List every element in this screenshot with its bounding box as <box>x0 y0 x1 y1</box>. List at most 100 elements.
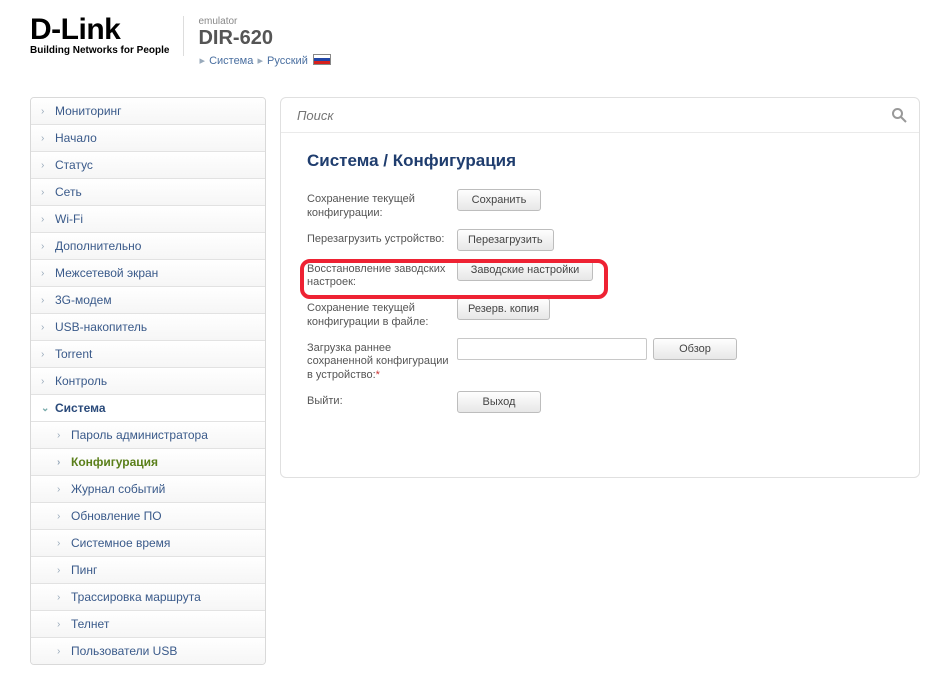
logo-tag: Building Networks for People <box>30 45 169 56</box>
sidebar-item-label: Трассировка маршрута <box>71 590 201 604</box>
sidebar-item-label: 3G-модем <box>55 293 112 307</box>
sidebar-item-monitoring[interactable]: ›Мониторинг <box>31 98 265 124</box>
logout-button[interactable]: Выход <box>457 391 541 413</box>
search-icon[interactable] <box>891 107 907 123</box>
sidebar-item-label: Межсетевой экран <box>55 266 158 280</box>
chevron-down-icon: ⌄ <box>41 403 55 414</box>
chevron-right-icon: › <box>57 430 71 441</box>
sidebar-item-torrent[interactable]: ›Torrent <box>31 341 265 367</box>
header: D-Link Building Networks for People emul… <box>30 16 920 67</box>
chevron-right-icon: › <box>57 646 71 657</box>
chevron-right-icon: › <box>41 349 55 360</box>
sidebar-item-label: Wi-Fi <box>55 212 83 226</box>
logo: D-Link Building Networks for People <box>30 16 184 56</box>
chevron-right-icon: › <box>57 565 71 576</box>
flag-russia-icon[interactable] <box>313 54 331 65</box>
sidebar-item-status[interactable]: ›Статус <box>31 152 265 178</box>
chevron-right-icon: › <box>41 241 55 252</box>
sidebar-item-advanced[interactable]: ›Дополнительно <box>31 233 265 259</box>
sidebar-menu: ›Мониторинг ›Начало ›Статус ›Сеть ›Wi-Fi… <box>30 97 266 665</box>
label-reboot: Перезагрузить устройство: <box>307 229 457 247</box>
sidebar-sub-telnet[interactable]: ›Телнет <box>31 611 265 637</box>
content-panel: Система / Конфигурация Сохранение текуще… <box>280 97 920 478</box>
row-logout: Выйти: Выход <box>307 387 893 417</box>
crumb-language[interactable]: Русский <box>267 55 308 67</box>
backup-button[interactable]: Резерв. копия <box>457 298 550 320</box>
chevron-right-icon: › <box>57 538 71 549</box>
sidebar-item-label: Конфигурация <box>71 455 158 469</box>
chevron-right-icon: › <box>41 160 55 171</box>
model-name: DIR-620 <box>198 27 330 50</box>
chevron-right-icon: › <box>57 619 71 630</box>
emulator-label: emulator <box>198 16 330 27</box>
chevron-right-icon: › <box>57 484 71 495</box>
row-reboot: Перезагрузить устройство: Перезагрузить <box>307 225 893 255</box>
sidebar-item-label: Мониторинг <box>55 104 122 118</box>
sidebar-item-label: Дополнительно <box>55 239 141 253</box>
sidebar-item-start[interactable]: ›Начало <box>31 125 265 151</box>
crumb-system[interactable]: Система <box>209 55 253 67</box>
sidebar-item-label: Системное время <box>71 536 170 550</box>
reboot-button[interactable]: Перезагрузить <box>457 229 554 251</box>
sidebar: ›Мониторинг ›Начало ›Статус ›Сеть ›Wi-Fi… <box>30 97 266 665</box>
sidebar-sub-usbusers[interactable]: ›Пользователи USB <box>31 638 265 664</box>
sidebar-item-label: Пароль администратора <box>71 428 208 442</box>
sidebar-item-label: Журнал событий <box>71 482 165 496</box>
sidebar-item-label: USB-накопитель <box>55 320 147 334</box>
sidebar-item-control[interactable]: ›Контроль <box>31 368 265 394</box>
browse-button[interactable]: Обзор <box>653 338 737 360</box>
required-mark: * <box>376 369 380 381</box>
chevron-right-icon: › <box>41 106 55 117</box>
sidebar-item-system[interactable]: ⌄Система <box>31 395 265 421</box>
chevron-right-icon: › <box>57 511 71 522</box>
sidebar-item-wifi[interactable]: ›Wi-Fi <box>31 206 265 232</box>
row-backup: Сохранение текущей конфигурации в файле:… <box>307 294 893 334</box>
sidebar-item-label: Контроль <box>55 374 107 388</box>
row-factory: Восстановление заводских настроек: Завод… <box>307 255 893 295</box>
label-factory: Восстановление заводских настроек: <box>307 259 457 291</box>
breadcrumb: ▸ Система ▸ Русский <box>198 54 330 67</box>
sidebar-item-3g[interactable]: ›3G-модем <box>31 287 265 313</box>
page-title: Система / Конфигурация <box>281 133 919 185</box>
row-restore: Загрузка раннее сохраненной конфигурации… <box>307 334 893 387</box>
model-block: emulator DIR-620 ▸ Система ▸ Русский <box>184 16 330 67</box>
chevron-right-icon: › <box>41 187 55 198</box>
row-save-config: Сохранение текущей конфигурации: Сохрани… <box>307 185 893 225</box>
logo-word: D-Link <box>30 16 169 43</box>
chevron-right-icon: › <box>57 592 71 603</box>
chevron-right-icon: › <box>57 457 71 468</box>
label-logout: Выйти: <box>307 391 457 409</box>
chevron-right-icon: › <box>41 133 55 144</box>
crumb-sep-icon: ▸ <box>257 55 263 67</box>
chevron-right-icon: › <box>41 214 55 225</box>
chevron-right-icon: › <box>41 295 55 306</box>
sidebar-item-usb-storage[interactable]: ›USB-накопитель <box>31 314 265 340</box>
chevron-right-icon: › <box>41 322 55 333</box>
label-save-config: Сохранение текущей конфигурации: <box>307 189 457 221</box>
sidebar-item-firewall[interactable]: ›Межсетевой экран <box>31 260 265 286</box>
sidebar-item-network[interactable]: ›Сеть <box>31 179 265 205</box>
chevron-right-icon: › <box>41 268 55 279</box>
sidebar-item-label: Начало <box>55 131 97 145</box>
sidebar-item-label: Torrent <box>55 347 92 361</box>
sidebar-item-label: Телнет <box>71 617 109 631</box>
restore-file-field[interactable] <box>457 338 647 360</box>
sidebar-sub-configuration[interactable]: ›Конфигурация <box>31 449 265 475</box>
factory-reset-button[interactable]: Заводские настройки <box>457 259 593 281</box>
sidebar-item-label: Сеть <box>55 185 82 199</box>
sidebar-sub-firmware[interactable]: ›Обновление ПО <box>31 503 265 529</box>
sidebar-item-label: Статус <box>55 158 93 172</box>
label-restore: Загрузка раннее сохраненной конфигурации… <box>307 338 457 383</box>
save-button[interactable]: Сохранить <box>457 189 541 211</box>
sidebar-sub-ping[interactable]: ›Пинг <box>31 557 265 583</box>
sidebar-item-label: Система <box>55 401 106 415</box>
search-input[interactable] <box>297 108 891 123</box>
sidebar-sub-admin-password[interactable]: ›Пароль администратора <box>31 422 265 448</box>
sidebar-sub-traceroute[interactable]: ›Трассировка маршрута <box>31 584 265 610</box>
config-form: Сохранение текущей конфигурации: Сохрани… <box>281 185 919 417</box>
sidebar-item-label: Обновление ПО <box>71 509 162 523</box>
sidebar-item-label: Пользователи USB <box>71 644 177 658</box>
sidebar-sub-eventlog[interactable]: ›Журнал событий <box>31 476 265 502</box>
search-bar <box>281 98 919 133</box>
sidebar-sub-systemtime[interactable]: ›Системное время <box>31 530 265 556</box>
